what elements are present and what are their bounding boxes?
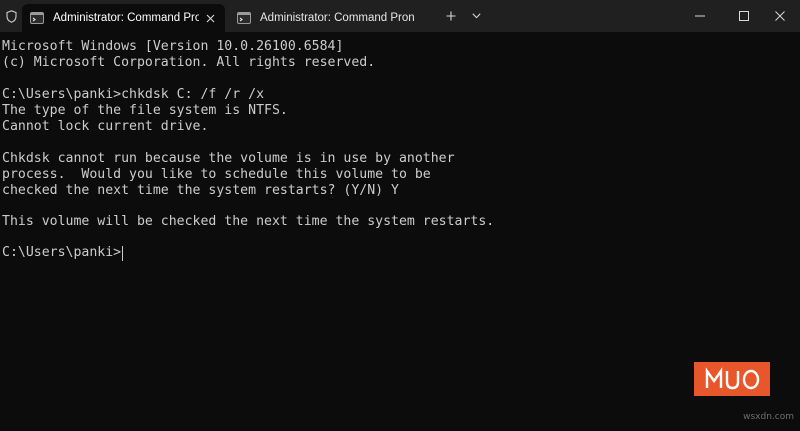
shield-icon: [0, 0, 22, 32]
tab-command-prompt-1[interactable]: Administrator: Command Pro: [22, 4, 225, 32]
terminal-line: Chkdsk cannot run because the volume is …: [2, 151, 455, 166]
minimize-icon: [695, 15, 705, 17]
chevron-down-icon: [471, 13, 481, 19]
close-window-button[interactable]: [760, 0, 800, 32]
plus-icon: [446, 11, 456, 21]
terminal-line: checked the next time the system restart…: [2, 183, 399, 198]
terminal-icon: [30, 12, 44, 24]
tab-dropdown-button[interactable]: [466, 0, 486, 32]
maximize-icon: [739, 11, 749, 21]
terminal-output[interactable]: Microsoft Windows [Version 10.0.26100.65…: [0, 32, 800, 431]
terminal-line: process. Would you like to schedule this…: [2, 167, 431, 182]
text-cursor: [122, 245, 124, 261]
terminal-icon: [237, 12, 251, 24]
site-watermark: wsxdn.com: [743, 412, 794, 422]
title-bar: Administrator: Command Pro Administrator…: [0, 0, 800, 32]
new-tab-button[interactable]: [440, 0, 462, 32]
tab-title: Administrator: Command Pro: [53, 12, 199, 24]
terminal-line: Cannot lock current drive.: [2, 119, 209, 134]
tab-title: Administrator: Command Pron: [260, 12, 415, 24]
close-icon: [775, 11, 785, 21]
terminal-line: This volume will be checked the next tim…: [2, 214, 495, 229]
terminal-window: Administrator: Command Pro Administrator…: [0, 0, 800, 431]
prompt-text: C:\Users\panki>: [2, 245, 122, 260]
tab-command-prompt-2[interactable]: Administrator: Command Pron: [229, 4, 432, 32]
terminal-line: (c) Microsoft Corporation. All rights re…: [2, 55, 376, 70]
terminal-line: The type of the file system is NTFS.: [2, 103, 288, 118]
command-prompt-line[interactable]: C:\Users\panki>: [2, 245, 124, 261]
terminal-line: Microsoft Windows [Version 10.0.26100.65…: [2, 39, 344, 54]
muo-logo: [694, 362, 770, 396]
minimize-button[interactable]: [678, 0, 722, 32]
close-icon[interactable]: [199, 7, 221, 29]
terminal-line: C:\Users\panki>chkdsk C: /f /r /x: [2, 87, 265, 102]
